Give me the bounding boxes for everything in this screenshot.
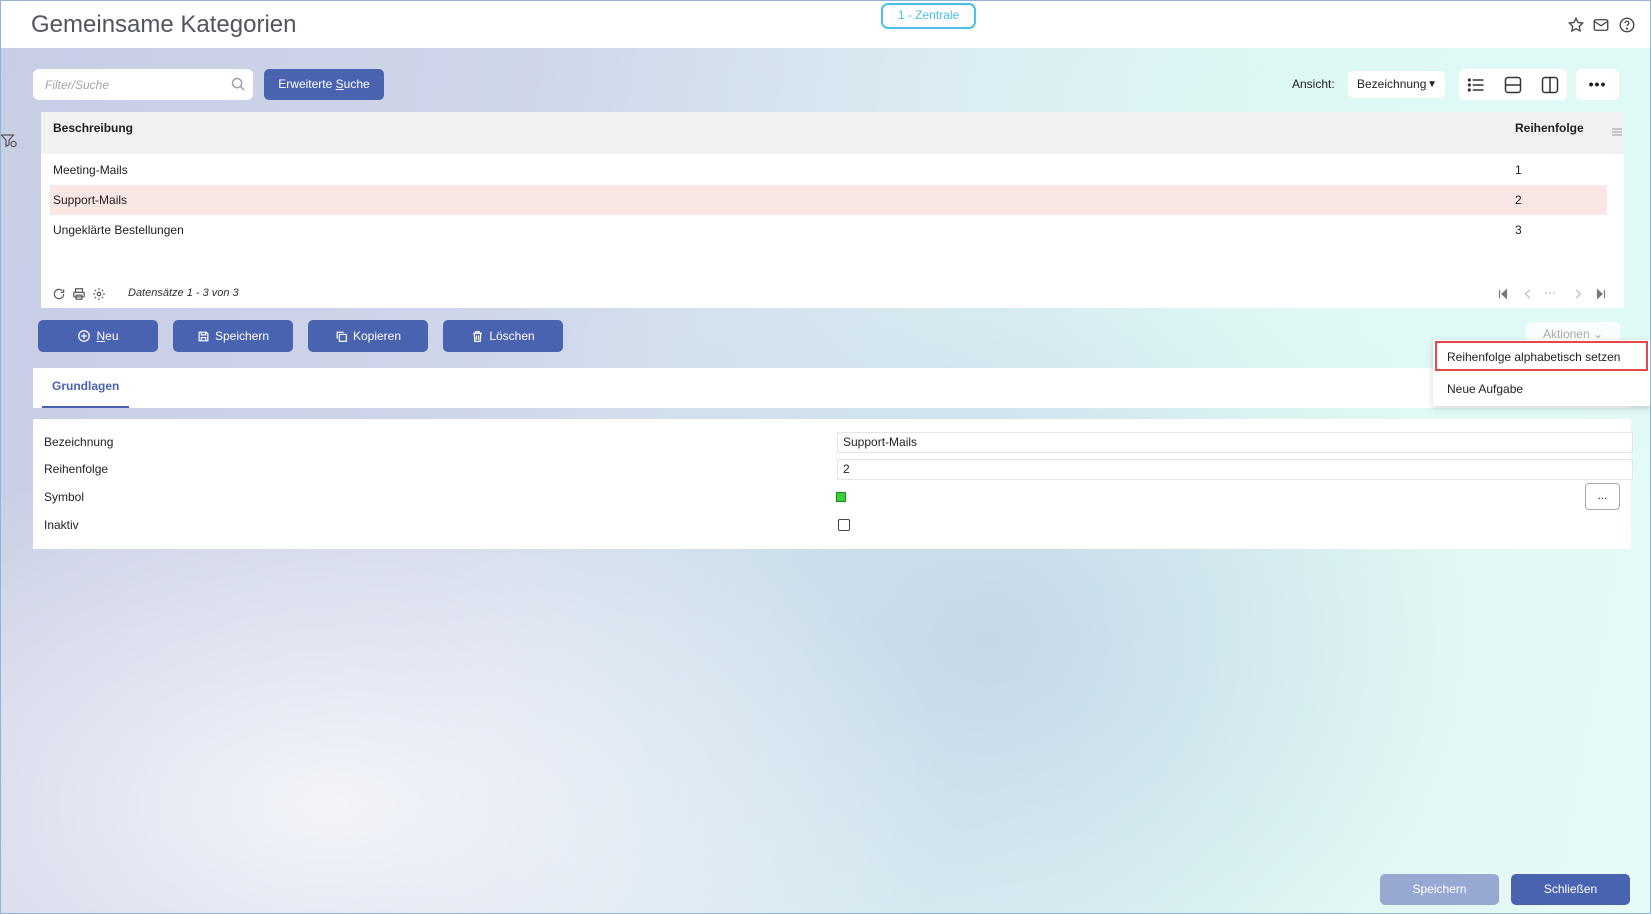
table-row[interactable]: Meeting-Mails 1 [50,155,1607,185]
column-menu-icon[interactable] [1611,126,1623,138]
label-bezeichnung: Bezeichnung [44,435,114,449]
view-label: Ansicht: [1292,77,1335,91]
refresh-icon[interactable] [52,287,66,301]
cell-reihenfolge: 3 [1515,223,1522,237]
view-select-value: Bezeichnung [1357,77,1427,91]
tab-grundlagen[interactable]: Grundlagen [42,368,130,408]
footer-save-button[interactable]: Speichern [1380,874,1499,905]
list-view-icon[interactable] [1466,75,1486,95]
cell-beschreibung: Support-Mails [53,193,128,207]
inaktiv-checkbox[interactable] [838,519,850,531]
menu-item-new-task[interactable]: Neue Aufgabe [1433,374,1651,404]
grid-footer: Datensätze 1 - 3 von 3 ··· [41,282,1624,308]
cell-beschreibung: Ungeklärte Bestellungen [53,223,184,237]
cell-beschreibung: Meeting-Mails [53,163,128,177]
reihenfolge-input[interactable]: 2 [837,459,1633,480]
filter-icon[interactable] [0,133,18,149]
settings-gear-icon[interactable] [92,287,106,301]
symbol-picker-button[interactable]: ... [1585,483,1620,510]
horizontal-split-icon[interactable] [1503,75,1523,95]
star-icon[interactable] [1567,16,1585,34]
plus-circle-icon [78,330,91,342]
table-row[interactable]: Ungeklärte Bestellungen 3 [50,215,1607,245]
company-badge[interactable]: 1 - Zentrale [881,3,976,29]
mail-icon[interactable] [1592,16,1610,34]
last-page-icon[interactable] [1594,287,1608,301]
floppy-disk-icon [198,331,209,341]
page-title: Gemeinsame Kategorien [31,11,297,38]
chevron-down-icon: ⌄ [1592,327,1604,341]
record-count: Datensätze 1 - 3 von 3 [128,287,239,299]
label-reihenfolge: Reihenfolge [44,462,109,476]
search-input[interactable] [33,69,213,100]
tab-bar: Grundlagen [33,368,1435,408]
save-button[interactable]: Speichern [173,320,293,352]
table-row[interactable]: Support-Mails 2 [50,185,1607,215]
top-bar: Gemeinsame Kategorien 1 - Zentrale [1,1,1650,48]
copy-icon [336,331,347,342]
actions-dropdown-menu: Reihenfolge alphabetisch setzen Neue Auf… [1433,340,1651,406]
next-page-icon[interactable] [1571,287,1585,301]
copy-button[interactable]: Kopieren [308,320,428,352]
previous-page-icon[interactable] [1521,287,1535,301]
label-symbol: Symbol [44,490,85,504]
cell-reihenfolge: 1 [1515,163,1522,177]
extended-search-button[interactable]: Erweiterte Suche [264,69,384,100]
label-inaktiv: Inaktiv [44,518,79,532]
bezeichnung-input[interactable]: Support-Mails [837,432,1633,453]
close-button[interactable]: Schließen [1511,874,1630,905]
print-icon[interactable] [72,287,86,301]
vertical-split-icon[interactable] [1540,75,1560,95]
trash-icon [473,330,483,342]
cell-reihenfolge: 2 [1515,193,1522,207]
help-icon[interactable] [1618,16,1636,34]
symbol-color-swatch [836,492,846,502]
view-select[interactable]: Bezeichnung ▼ [1348,71,1445,98]
layout-toggle-group [1459,69,1567,100]
pager-ellipsis: ··· [1544,285,1556,299]
column-header-reihenfolge[interactable]: Reihenfolge [1515,121,1584,135]
chevron-down-icon: ▼ [1427,79,1437,90]
first-page-icon[interactable] [1496,287,1510,301]
search-icon[interactable] [230,76,247,93]
data-grid: Beschreibung Reihenfolge Meeting-Mails 1… [41,112,1624,308]
search-box [33,69,253,100]
delete-button[interactable]: Löschen [443,320,563,352]
more-options-button[interactable]: ••• [1576,69,1619,100]
new-button[interactable]: Neu [38,320,158,352]
highlight-box [1435,341,1648,371]
grid-header: Beschreibung Reihenfolge [41,112,1624,154]
column-header-beschreibung[interactable]: Beschreibung [53,121,133,135]
